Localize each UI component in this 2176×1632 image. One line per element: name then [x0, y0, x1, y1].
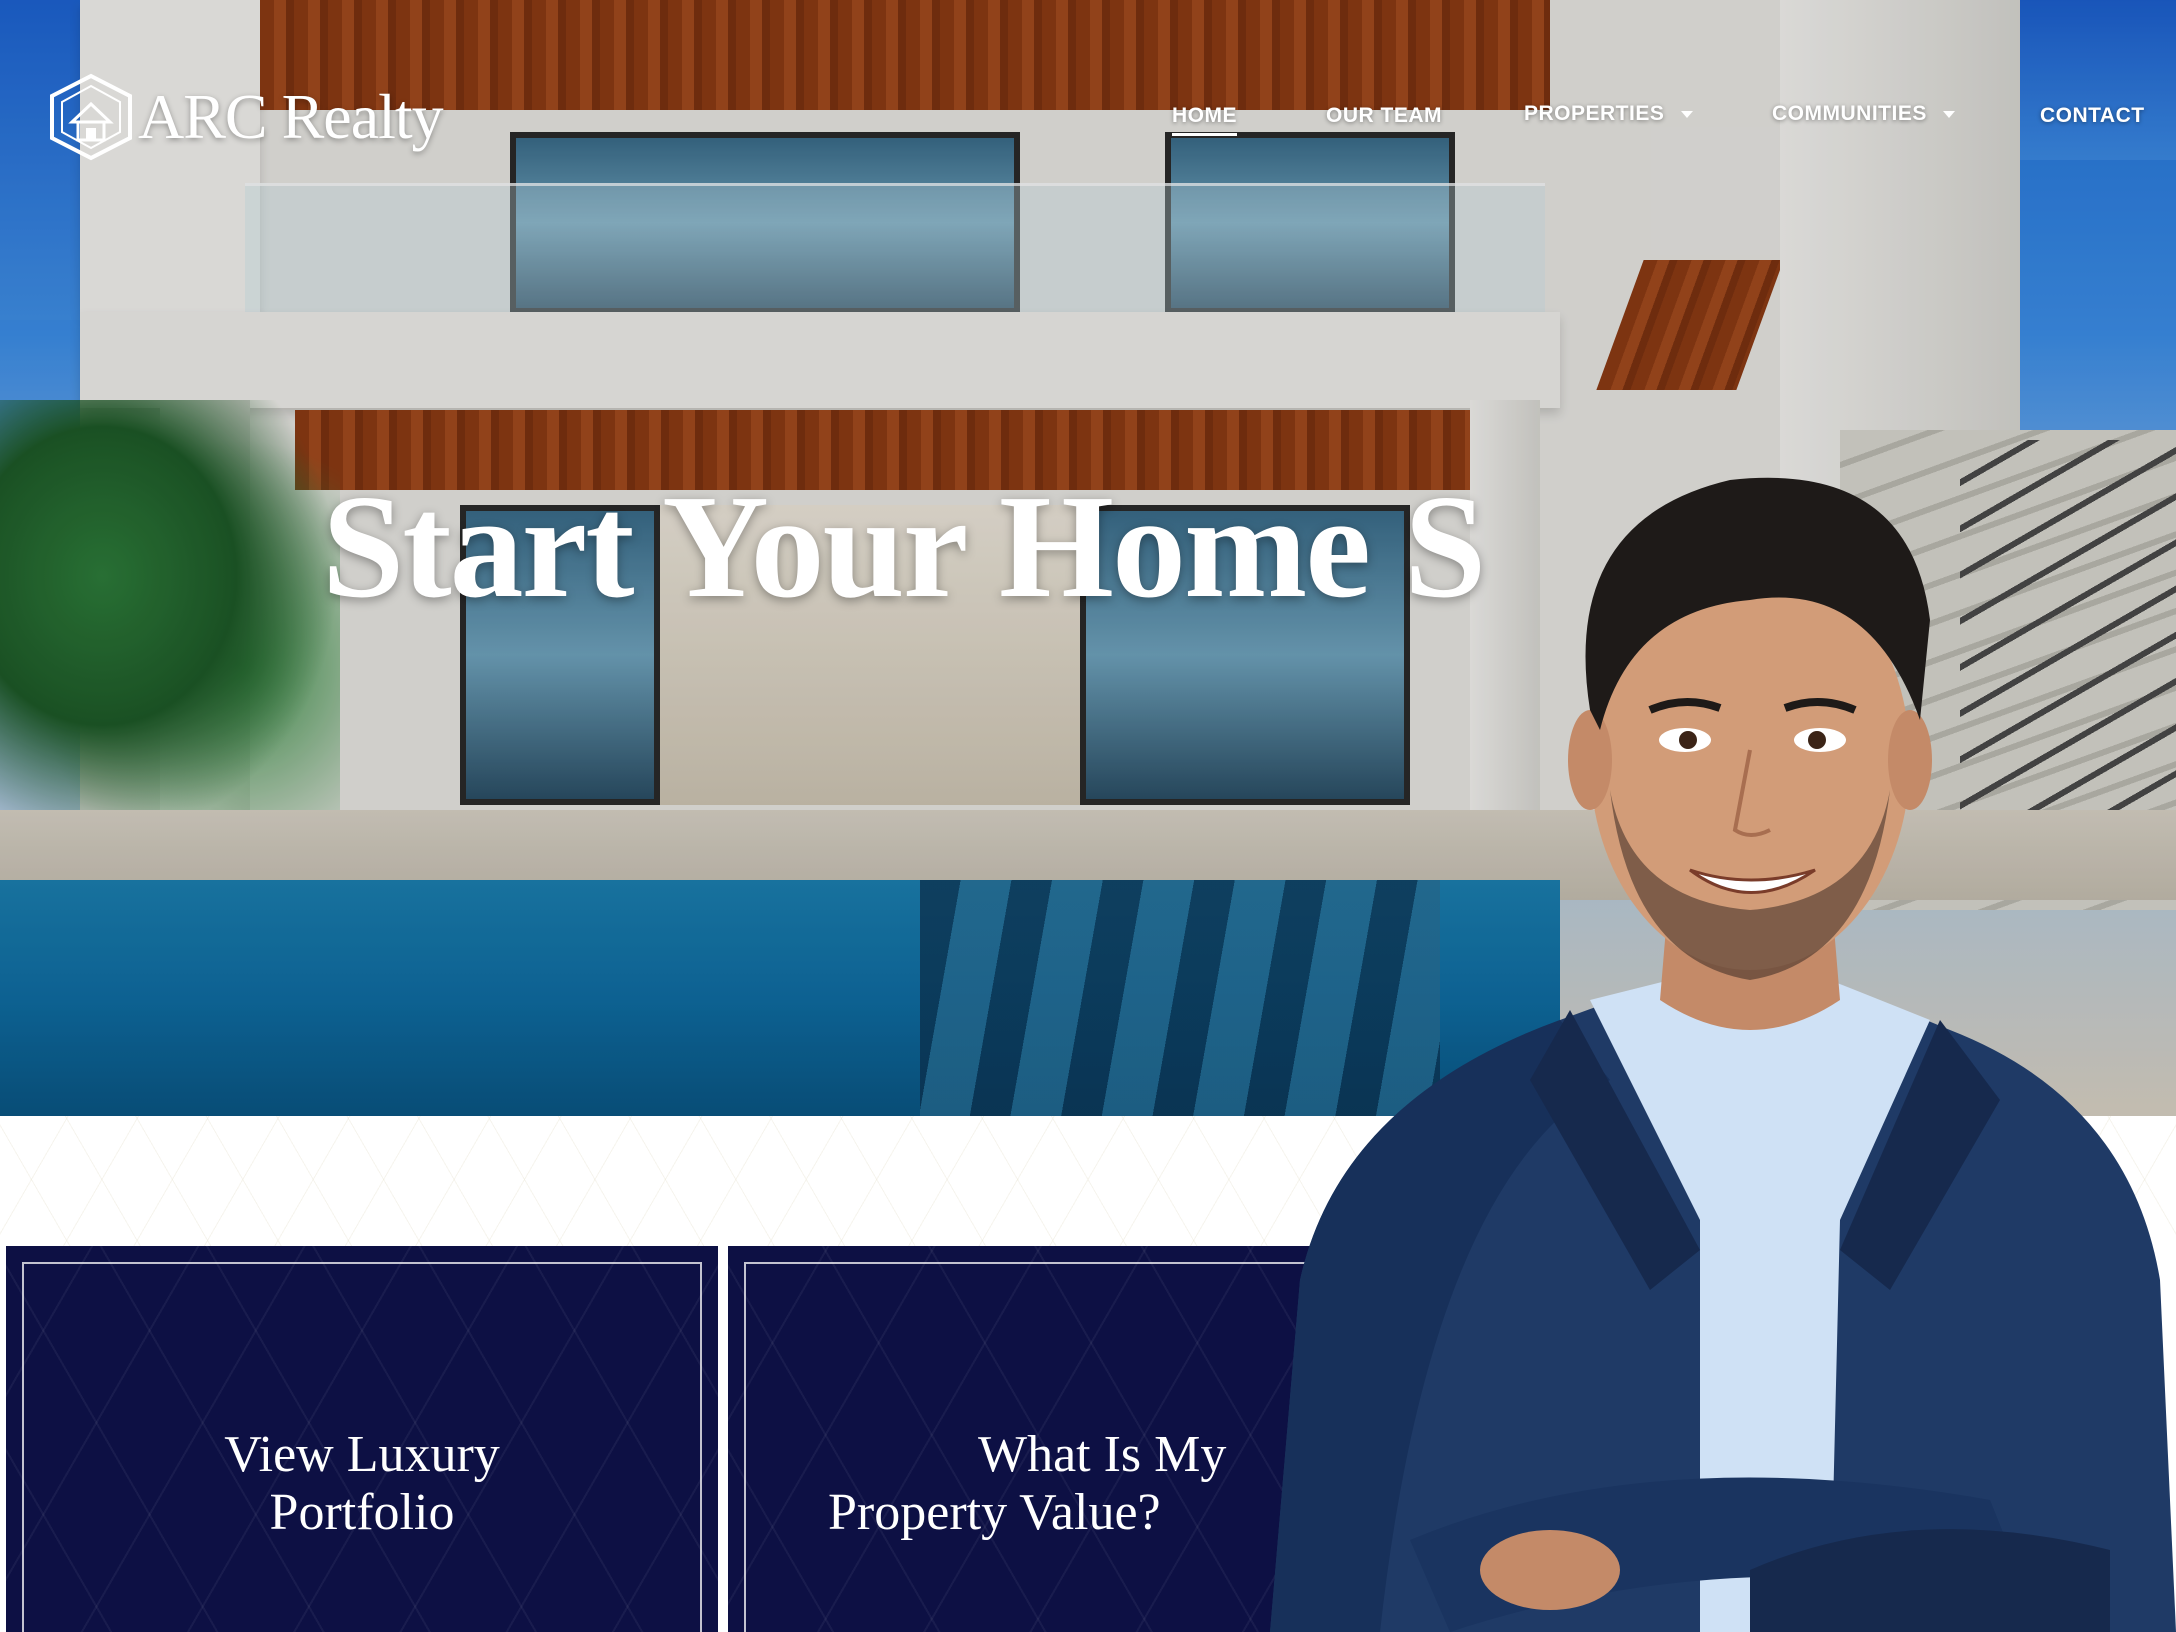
nav-contact-label: CONTACT	[2040, 104, 2145, 127]
agent-portrait	[1270, 477, 2176, 1632]
nav-our-team[interactable]: OUR TEAM	[1326, 104, 1442, 128]
card-title-line: View Luxury	[224, 1426, 500, 1483]
caret-down-icon	[1680, 110, 1693, 118]
card-title: View Luxury Portfolio	[6, 1426, 718, 1542]
caret-down-icon	[1943, 110, 1956, 118]
card-title-line: Portfolio	[269, 1484, 455, 1541]
nav-home-label: HOME	[1172, 104, 1237, 127]
nav-home[interactable]: HOME	[1172, 104, 1237, 136]
nav-our-team-label: OUR TEAM	[1326, 104, 1442, 127]
nav-communities[interactable]: COMMUNITIES	[1772, 102, 1956, 126]
nav-properties[interactable]: PROPERTIES	[1524, 102, 1693, 126]
nav-communities-label: COMMUNITIES	[1772, 102, 1927, 125]
nav-contact[interactable]: CONTACT	[2040, 104, 2145, 128]
view-luxury-portfolio-card[interactable]: View Luxury Portfolio	[6, 1246, 718, 1632]
nav-properties-label: PROPERTIES	[1524, 102, 1665, 125]
main-nav: HOME OUR TEAM PROPERTIES COMMUNITIES CON…	[0, 102, 2176, 136]
